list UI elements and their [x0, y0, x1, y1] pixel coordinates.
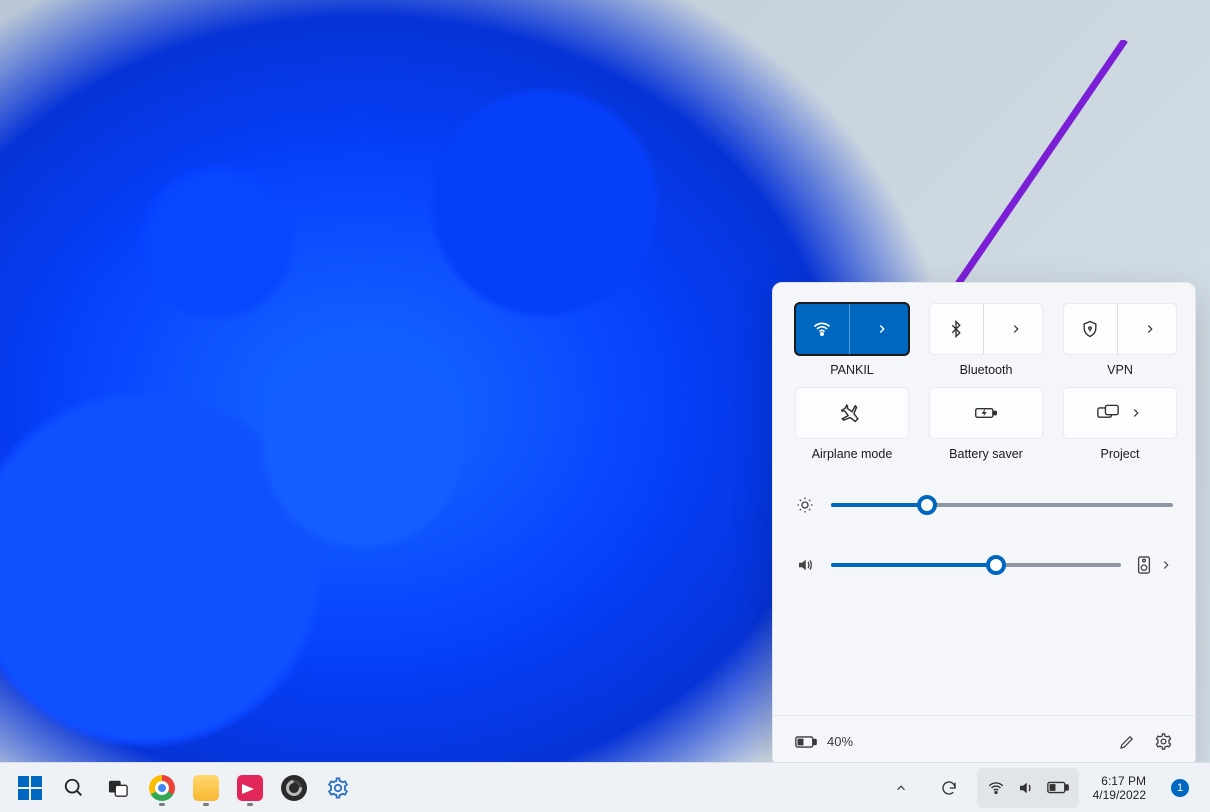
- taskbar: 6:17 PM 4/19/2022 1: [0, 762, 1210, 812]
- wifi-icon: [987, 779, 1005, 797]
- brightness-slider[interactable]: [831, 495, 1173, 515]
- bluetooth-expand[interactable]: [990, 304, 1043, 354]
- tray-overflow-button[interactable]: [881, 768, 921, 808]
- start-button[interactable]: [10, 768, 50, 808]
- airplane-icon: [841, 402, 863, 424]
- send-app-taskbar-button[interactable]: [230, 768, 270, 808]
- project-label: Project: [1101, 447, 1140, 461]
- chevron-right-icon: [1009, 322, 1023, 336]
- battery-saver-tile[interactable]: [929, 387, 1043, 439]
- bluetooth-label: Bluetooth: [960, 363, 1013, 377]
- chevron-up-icon: [894, 781, 908, 795]
- quick-settings-footer: 40%: [773, 715, 1195, 767]
- volume-slider[interactable]: [831, 555, 1121, 575]
- vpn-toggle[interactable]: [1064, 304, 1118, 354]
- shield-lock-icon: [1080, 319, 1100, 339]
- settings-button[interactable]: [1154, 732, 1173, 751]
- brightness-icon: [795, 496, 815, 514]
- bluetooth-tile[interactable]: [929, 303, 1043, 355]
- airplane-mode-tile[interactable]: [795, 387, 909, 439]
- wifi-toggle[interactable]: [796, 304, 850, 354]
- search-icon: [63, 777, 85, 799]
- battery-icon: [1047, 781, 1069, 794]
- vpn-tile[interactable]: [1063, 303, 1177, 355]
- vpn-label: VPN: [1107, 363, 1133, 377]
- brightness-slider-row: [795, 495, 1173, 515]
- wifi-tile[interactable]: [795, 303, 909, 355]
- chrome-taskbar-button[interactable]: [142, 768, 182, 808]
- chevron-right-icon: [1129, 406, 1143, 420]
- notifications-button[interactable]: 1: [1160, 768, 1200, 808]
- volume-icon: [795, 556, 815, 574]
- windows-logo-icon: [18, 776, 42, 800]
- clock-date: 4/19/2022: [1093, 788, 1146, 802]
- file-explorer-taskbar-button[interactable]: [186, 768, 226, 808]
- system-tray-group[interactable]: [977, 768, 1079, 808]
- wifi-expand[interactable]: [856, 304, 909, 354]
- notification-count-badge: 1: [1171, 779, 1189, 797]
- project-tile[interactable]: [1063, 387, 1177, 439]
- taskbar-clock[interactable]: 6:17 PM 4/19/2022: [1087, 774, 1152, 802]
- settings-taskbar-button[interactable]: [318, 768, 358, 808]
- task-view-button[interactable]: [98, 768, 138, 808]
- obs-taskbar-button[interactable]: [274, 768, 314, 808]
- gear-icon: [326, 776, 350, 800]
- airplane-label: Airplane mode: [812, 447, 893, 461]
- volume-icon: [1017, 779, 1035, 797]
- project-icon: [1097, 404, 1119, 422]
- chevron-right-icon[interactable]: [1159, 558, 1173, 572]
- search-button[interactable]: [54, 768, 94, 808]
- volume-slider-row: [795, 555, 1173, 575]
- chevron-right-icon: [875, 322, 889, 336]
- obs-icon: [281, 775, 307, 801]
- bluetooth-toggle[interactable]: [930, 304, 984, 354]
- quick-settings-panel: PANKIL Bluetooth: [772, 282, 1196, 768]
- chevron-right-icon: [1143, 322, 1157, 336]
- battery-saver-label: Battery saver: [949, 447, 1023, 461]
- onedrive-sync-tray-icon[interactable]: [929, 768, 969, 808]
- sync-icon: [940, 779, 958, 797]
- edit-quick-settings-button[interactable]: [1118, 733, 1136, 751]
- task-view-icon: [107, 778, 129, 798]
- bluetooth-icon: [947, 320, 965, 338]
- wifi-label: PANKIL: [830, 363, 874, 377]
- chrome-icon: [149, 775, 175, 801]
- battery-icon: [795, 735, 817, 749]
- send-icon: [237, 775, 263, 801]
- vpn-expand[interactable]: [1124, 304, 1177, 354]
- battery-status[interactable]: 40%: [795, 734, 853, 749]
- battery-saver-icon: [974, 403, 998, 423]
- wifi-icon: [812, 319, 832, 339]
- battery-text: 40%: [827, 734, 853, 749]
- quick-settings-tiles: PANKIL Bluetooth: [795, 303, 1173, 461]
- clock-time: 6:17 PM: [1101, 774, 1146, 788]
- audio-output-icon[interactable]: [1137, 556, 1151, 574]
- file-explorer-icon: [193, 775, 219, 801]
